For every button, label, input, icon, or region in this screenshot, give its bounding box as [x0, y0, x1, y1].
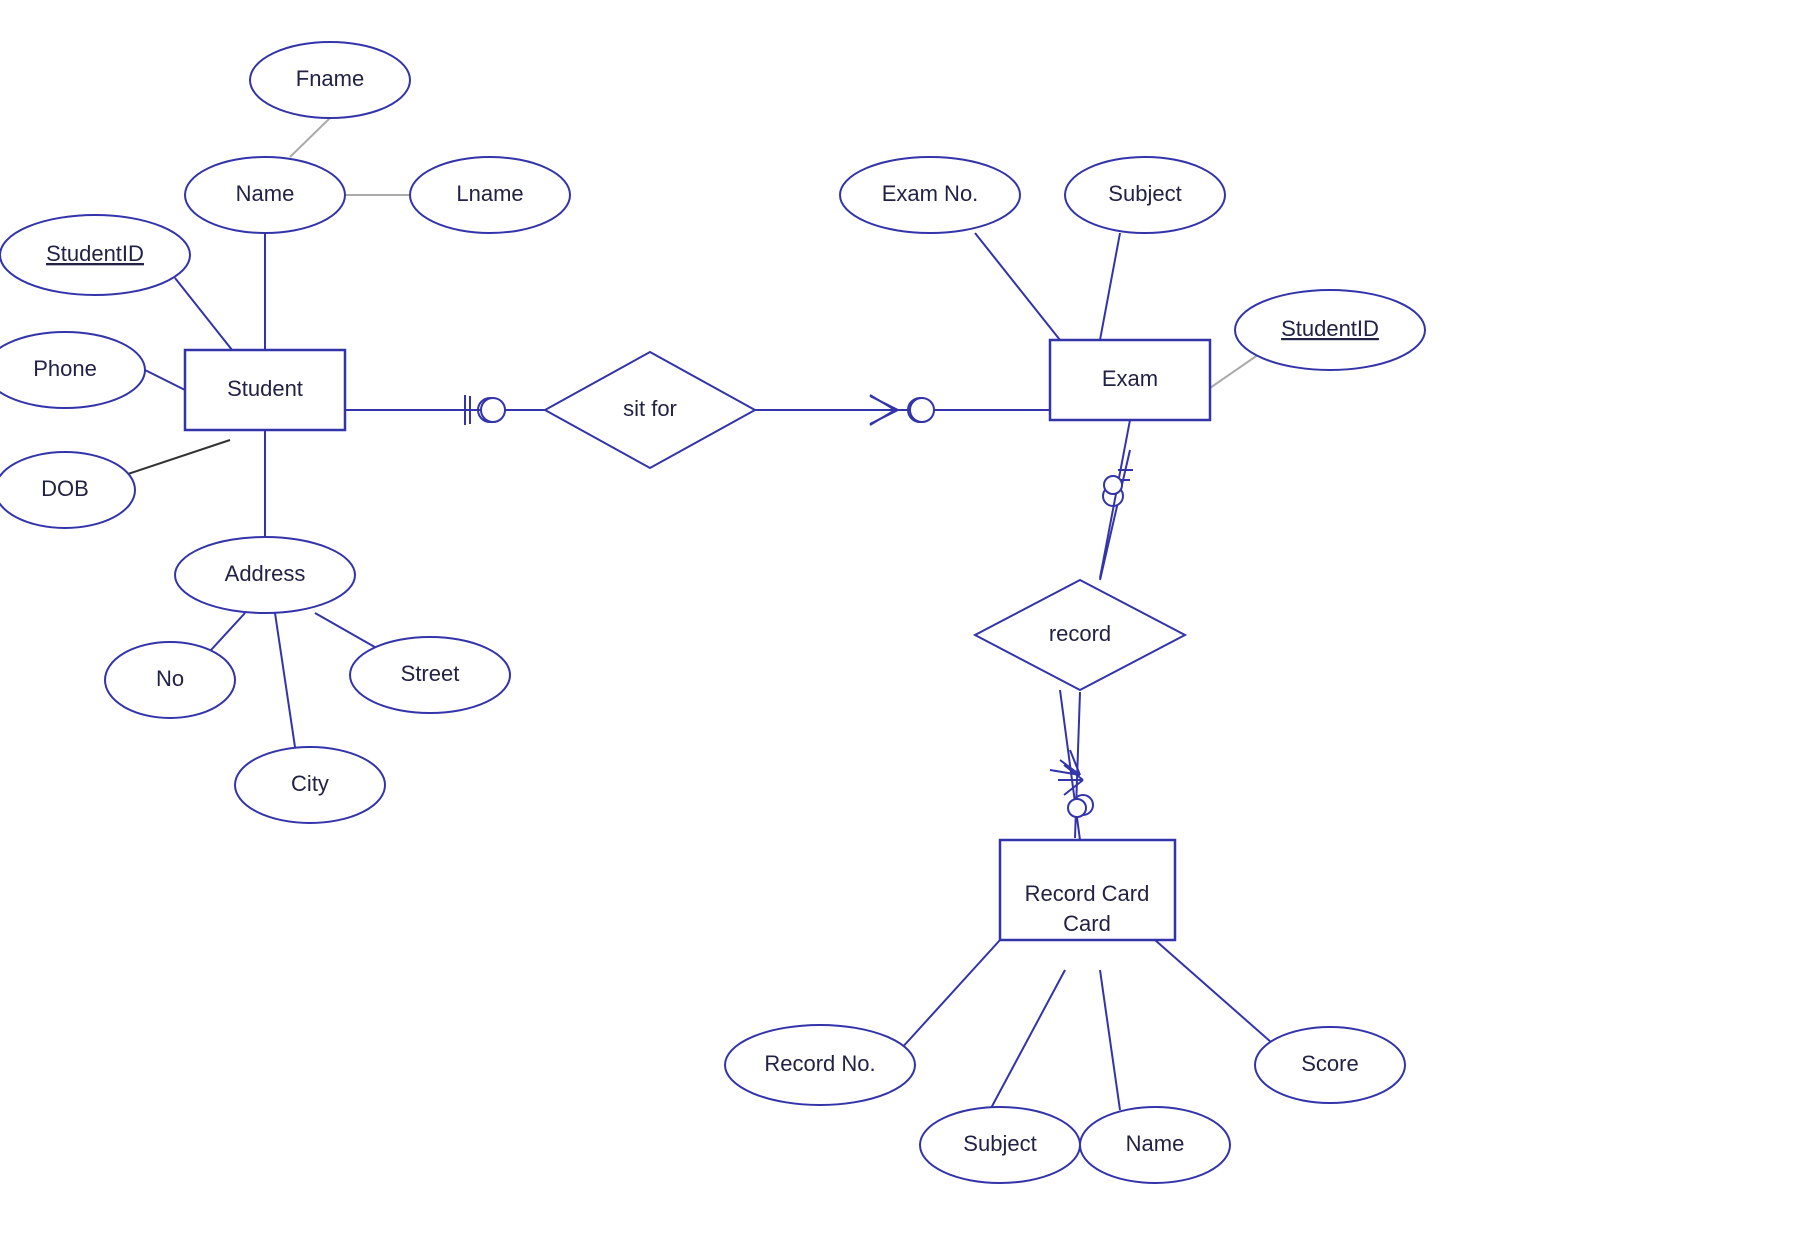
line-subject-exam	[1100, 233, 1120, 340]
zero-circle-student	[481, 398, 505, 422]
address-label: Address	[225, 561, 306, 586]
no-label: No	[156, 666, 184, 691]
record-label: record	[1049, 621, 1111, 646]
name-rc-label: Name	[1126, 1131, 1185, 1156]
street-label: Street	[401, 661, 460, 686]
line-subjectrc-rc	[990, 970, 1065, 1110]
record-card-label: Record Card	[1025, 881, 1150, 906]
subject-exam-label: Subject	[1108, 181, 1181, 206]
zero-exam	[1104, 476, 1122, 494]
line-score-rc	[1155, 940, 1280, 1050]
line-namerc-rc	[1100, 970, 1120, 1110]
studentid-label: StudentID	[46, 241, 144, 266]
subject-rc-label: Subject	[963, 1131, 1036, 1156]
line-city-address	[275, 613, 295, 747]
crow2	[870, 410, 898, 424]
line-fname-name	[290, 118, 330, 157]
sit-for-label: sit for	[623, 396, 677, 421]
record-no-label: Record No.	[764, 1051, 875, 1076]
crow1	[870, 396, 898, 410]
phone-label: Phone	[33, 356, 97, 381]
record-card-label2: Card	[1063, 911, 1111, 936]
zero-rc	[1068, 799, 1086, 817]
fname-label: Fname	[296, 66, 364, 91]
studentid2-label: StudentID	[1281, 316, 1379, 341]
zero-circle-exam	[910, 398, 934, 422]
city-label: City	[291, 771, 329, 796]
name-label: Name	[236, 181, 295, 206]
line-examno-exam	[975, 233, 1060, 340]
line-street-address	[315, 613, 380, 650]
line-recordno-rc	[900, 940, 1000, 1050]
exam-label: Exam	[1102, 366, 1158, 391]
student-label: Student	[227, 376, 303, 401]
dob-label: DOB	[41, 476, 89, 501]
exam-no-label: Exam No.	[882, 181, 979, 206]
line-dob-student	[125, 440, 230, 475]
er-diagram: Student Exam Record Card Card Fname Name…	[0, 0, 1800, 1250]
line-phone-student	[145, 370, 185, 390]
score-label: Score	[1301, 1051, 1358, 1076]
line-studentid-student	[175, 278, 240, 360]
lname-label: Lname	[456, 181, 523, 206]
